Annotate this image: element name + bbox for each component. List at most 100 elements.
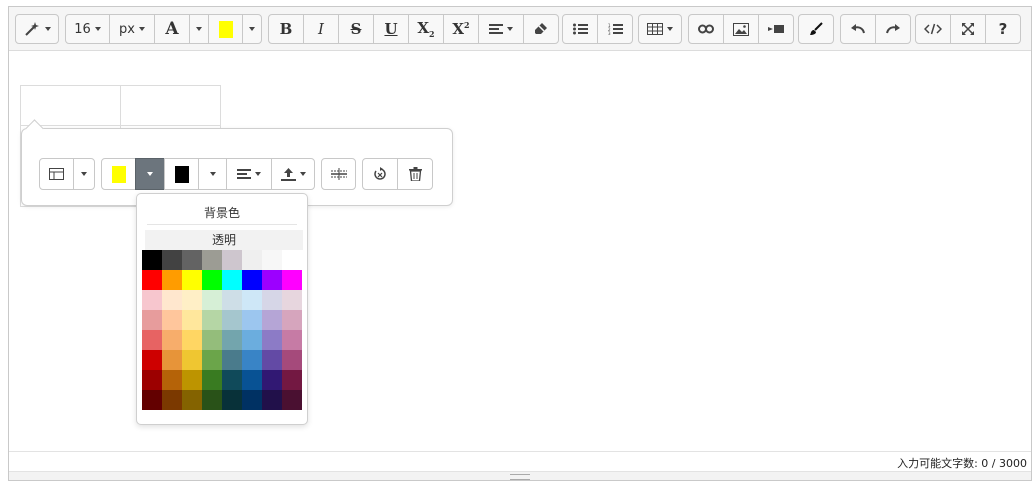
color-swatch[interactable] [202,330,222,350]
font-size-select[interactable]: 16 [65,14,110,44]
redo-button[interactable] [875,14,911,44]
color-swatch[interactable] [162,290,182,310]
color-swatch[interactable] [222,250,242,270]
color-swatch[interactable] [242,310,262,330]
table-style-button[interactable] [39,158,74,190]
color-swatch[interactable] [182,350,202,370]
color-swatch[interactable] [282,270,302,290]
color-swatch[interactable] [242,290,262,310]
delete-table-button[interactable] [397,158,433,190]
color-swatch[interactable] [142,330,162,350]
color-swatch[interactable] [162,270,182,290]
color-swatch[interactable] [162,310,182,330]
bullet-list-button[interactable] [562,14,598,44]
color-swatch[interactable] [142,250,162,270]
color-swatch[interactable] [142,310,162,330]
color-swatch[interactable] [222,350,242,370]
color-swatch[interactable] [242,350,262,370]
resize-handle[interactable] [9,471,1031,480]
font-color-dropdown[interactable] [189,14,209,44]
color-swatch[interactable] [202,310,222,330]
transparent-option[interactable]: 透明 [145,230,303,250]
cell-text-color-dropdown[interactable] [198,158,227,190]
color-swatch[interactable] [282,350,302,370]
color-swatch[interactable] [142,390,162,410]
format-painter-button[interactable] [798,14,834,44]
color-swatch[interactable] [262,330,282,350]
cell-align-button[interactable] [226,158,272,190]
table-cell[interactable] [120,85,221,126]
style-button[interactable] [15,14,59,44]
font-color-button[interactable]: A [154,14,190,44]
color-swatch[interactable] [202,390,222,410]
color-swatch[interactable] [242,250,262,270]
color-swatch[interactable] [202,350,222,370]
font-unit-select[interactable]: px [109,14,155,44]
color-swatch[interactable] [242,330,262,350]
insert-image-button[interactable] [723,14,759,44]
merge-cells-button[interactable] [321,158,356,190]
color-swatch[interactable] [282,250,302,270]
color-swatch[interactable] [262,310,282,330]
superscript-button[interactable]: X2 [443,14,479,44]
color-swatch[interactable] [282,370,302,390]
color-swatch[interactable] [202,270,222,290]
help-button[interactable]: ? [985,14,1021,44]
color-swatch[interactable] [142,290,162,310]
color-swatch[interactable] [162,350,182,370]
color-swatch[interactable] [242,370,262,390]
bold-button[interactable]: B [268,14,304,44]
color-swatch[interactable] [162,370,182,390]
undo-button[interactable] [840,14,876,44]
cell-background-dropdown[interactable] [135,158,165,190]
color-swatch[interactable] [262,390,282,410]
clear-format-button[interactable] [523,14,559,44]
italic-button[interactable]: I [303,14,339,44]
fullscreen-button[interactable] [950,14,986,44]
color-swatch[interactable] [222,370,242,390]
color-swatch[interactable] [202,250,222,270]
color-swatch[interactable] [202,370,222,390]
subscript-button[interactable]: X2 [408,14,444,44]
color-swatch[interactable] [222,270,242,290]
color-swatch[interactable] [142,270,162,290]
highlight-color-button[interactable] [208,14,243,44]
cell-valign-button[interactable] [271,158,315,190]
color-swatch[interactable] [162,390,182,410]
color-swatch[interactable] [242,390,262,410]
color-swatch[interactable] [182,330,202,350]
highlight-color-dropdown[interactable] [242,14,262,44]
color-swatch[interactable] [222,290,242,310]
cell-text-color-button[interactable] [164,158,199,190]
insert-link-button[interactable] [688,14,724,44]
insert-video-button[interactable] [758,14,794,44]
reset-table-button[interactable] [362,158,398,190]
insert-table-button[interactable] [638,14,682,44]
color-swatch[interactable] [222,310,242,330]
color-swatch[interactable] [262,290,282,310]
editable-area[interactable]: 背景色 透明 [9,51,1031,451]
color-swatch[interactable] [282,390,302,410]
color-swatch[interactable] [262,350,282,370]
color-swatch[interactable] [262,270,282,290]
color-swatch[interactable] [262,250,282,270]
numbered-list-button[interactable]: 123 [597,14,633,44]
color-swatch[interactable] [282,330,302,350]
color-swatch[interactable] [202,290,222,310]
color-swatch[interactable] [182,390,202,410]
color-swatch[interactable] [162,330,182,350]
color-swatch[interactable] [282,290,302,310]
color-swatch[interactable] [182,310,202,330]
paragraph-align-button[interactable] [478,14,524,44]
color-swatch[interactable] [222,330,242,350]
color-swatch[interactable] [182,250,202,270]
color-swatch[interactable] [262,370,282,390]
color-swatch[interactable] [142,350,162,370]
table-style-dropdown[interactable] [73,158,95,190]
color-swatch[interactable] [242,270,262,290]
color-swatch[interactable] [282,310,302,330]
strikethrough-button[interactable]: S [338,14,374,44]
underline-button[interactable]: U [373,14,409,44]
color-swatch[interactable] [182,370,202,390]
color-swatch[interactable] [162,250,182,270]
